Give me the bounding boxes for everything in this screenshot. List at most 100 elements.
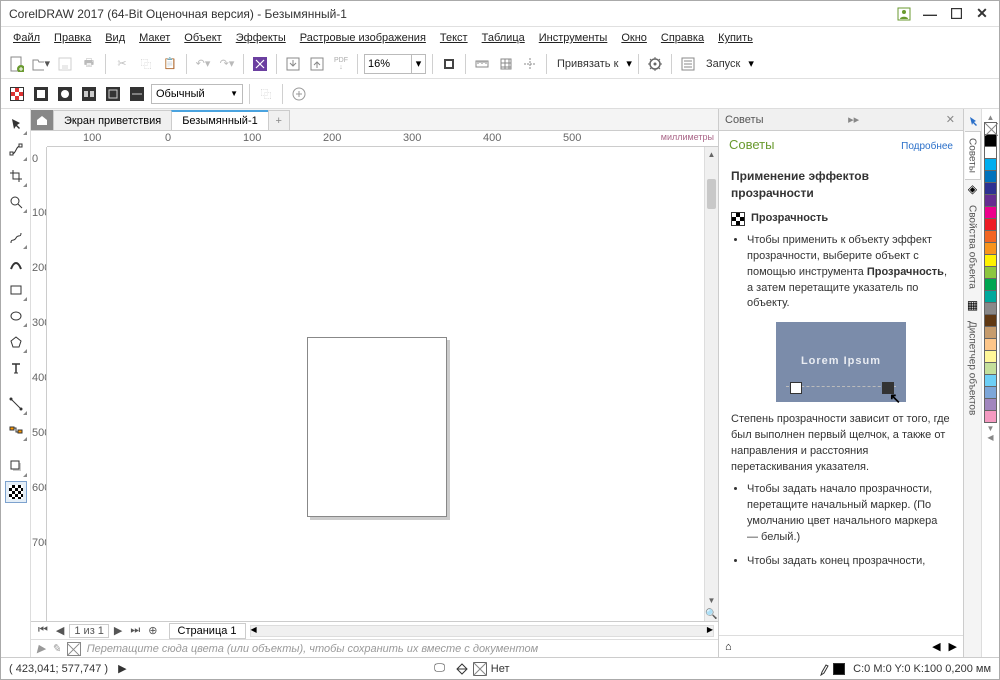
shape-tool[interactable] xyxy=(5,139,27,161)
hints-back-icon[interactable]: ◀ xyxy=(932,640,940,653)
save-button[interactable] xyxy=(55,54,75,74)
grid-button[interactable] xyxy=(496,54,516,74)
text-tool[interactable] xyxy=(5,357,27,379)
menu-bitmaps[interactable]: Растровые изображения xyxy=(294,30,432,46)
guidelines-button[interactable] xyxy=(520,54,540,74)
docker-header[interactable]: Советы ▸▸ ✕ xyxy=(719,109,963,131)
menu-edit[interactable]: Правка xyxy=(48,30,97,46)
zoom-tool[interactable] xyxy=(5,191,27,213)
drop-shadow-tool[interactable] xyxy=(5,455,27,477)
freehand-tool[interactable] xyxy=(5,227,27,249)
palette-down[interactable]: ▼ xyxy=(987,424,995,433)
maximize-button[interactable] xyxy=(943,4,969,24)
ellipse-tool[interactable] xyxy=(5,305,27,327)
document-palette[interactable]: ▶ ✎ Перетащите сюда цвета (или объекты),… xyxy=(31,639,718,657)
docker-close-icon[interactable]: ✕ xyxy=(944,113,957,126)
menu-view[interactable]: Вид xyxy=(99,30,131,46)
prop-icon-6[interactable] xyxy=(127,84,147,104)
menu-tools[interactable]: Инструменты xyxy=(533,30,614,46)
menu-table[interactable]: Таблица xyxy=(476,30,531,46)
dimension-tool[interactable] xyxy=(5,393,27,415)
palette-up[interactable]: ▲ xyxy=(987,113,995,122)
search-button[interactable] xyxy=(250,54,270,74)
docker-tab-arrow[interactable] xyxy=(967,113,979,129)
color-proof-icon[interactable]: 🖵 xyxy=(434,662,445,675)
no-fill-swatch[interactable] xyxy=(984,122,997,135)
prop-icon-1[interactable] xyxy=(7,84,27,104)
prop-icon-4[interactable] xyxy=(79,84,99,104)
undo-button[interactable]: ↶▾ xyxy=(193,54,213,74)
crop-tool[interactable] xyxy=(5,165,27,187)
account-icon[interactable] xyxy=(891,4,917,24)
transparency-mode-combo[interactable]: Обычный▼ xyxy=(151,84,243,104)
sidetab-icon-3[interactable]: ▦ xyxy=(967,298,978,312)
menu-effects[interactable]: Эффекты xyxy=(230,30,292,46)
copy-button[interactable]: ⿻ xyxy=(136,54,156,74)
hints-more-link[interactable]: Подробнее xyxy=(901,141,953,152)
minimize-button[interactable]: — xyxy=(917,4,943,24)
redo-button[interactable]: ↷▾ xyxy=(217,54,237,74)
vertical-scrollbar[interactable]: ▲▼🔍 xyxy=(704,147,718,621)
menu-help[interactable]: Справка xyxy=(655,30,710,46)
open-button[interactable]: ▾ xyxy=(31,54,51,74)
sidetab-icon-2[interactable]: ◈ xyxy=(968,182,977,196)
paste-button[interactable]: 📋 xyxy=(160,54,180,74)
snap-dropdown[interactable]: ▾ xyxy=(626,57,632,70)
print-button[interactable]: 🖶 xyxy=(79,54,99,74)
last-page[interactable]: ⏭ xyxy=(127,624,143,637)
canvas[interactable] xyxy=(47,147,704,621)
rulers-button[interactable] xyxy=(472,54,492,74)
docker-collapse-icon[interactable]: ▸▸ xyxy=(846,113,861,126)
import-button[interactable] xyxy=(283,54,303,74)
export-button[interactable] xyxy=(307,54,327,74)
prop-copy-button[interactable]: ⿻ xyxy=(256,84,276,104)
home-tab[interactable] xyxy=(31,110,53,130)
menu-text[interactable]: Текст xyxy=(434,30,474,46)
color-swatch[interactable] xyxy=(984,410,997,423)
tab-new[interactable]: + xyxy=(268,110,290,130)
first-page[interactable]: ⏮ xyxy=(35,624,51,637)
zoom-combo[interactable]: ▾ xyxy=(364,54,426,74)
options-button[interactable] xyxy=(645,54,665,74)
prop-icon-5[interactable] xyxy=(103,84,123,104)
palette-flyout[interactable]: ◀ xyxy=(987,433,993,442)
palette-expand[interactable]: ▶ xyxy=(37,642,45,655)
cut-button[interactable]: ✂ xyxy=(112,54,132,74)
zoom-input[interactable] xyxy=(364,54,412,74)
prop-icon-2[interactable] xyxy=(31,84,51,104)
artistic-media-tool[interactable] xyxy=(5,253,27,275)
sidetab-hints[interactable]: Советы xyxy=(965,131,981,180)
page-tab[interactable]: Страница 1 xyxy=(169,623,246,639)
sidetab-properties[interactable]: Свойства объекта xyxy=(965,198,981,296)
ruler-horizontal[interactable]: 100 0 100 200 300 400 500 миллиметры xyxy=(47,131,718,147)
launch-dropdown[interactable]: ▾ xyxy=(748,57,754,70)
no-color-swatch[interactable] xyxy=(67,642,81,656)
prev-page[interactable]: ◀ xyxy=(53,624,67,637)
menu-buy[interactable]: Купить xyxy=(712,30,759,46)
menu-window[interactable]: Окно xyxy=(615,30,653,46)
menu-file[interactable]: Файл xyxy=(7,30,46,46)
prop-add-button[interactable] xyxy=(289,84,309,104)
menu-layout[interactable]: Макет xyxy=(133,30,176,46)
publish-pdf-button[interactable]: PDF↓ xyxy=(331,54,351,74)
launch-icon[interactable] xyxy=(678,54,698,74)
snap-label[interactable]: Привязать к xyxy=(553,58,622,70)
add-page[interactable]: ⊕ xyxy=(145,624,160,637)
next-page[interactable]: ▶ xyxy=(111,624,125,637)
eyedropper-icon[interactable]: ✎ xyxy=(51,642,60,655)
sidetab-object-manager[interactable]: Диспетчер объектов xyxy=(965,314,981,422)
polygon-tool[interactable] xyxy=(5,331,27,353)
ruler-vertical[interactable]: 0 100 200 300 400 500 600 700 xyxy=(31,147,47,621)
transparency-tool[interactable] xyxy=(5,481,27,503)
connector-tool[interactable] xyxy=(5,419,27,441)
zoom-dropdown[interactable]: ▾ xyxy=(412,54,426,74)
hints-home-icon[interactable]: ⌂ xyxy=(725,641,732,653)
menu-object[interactable]: Объект xyxy=(178,30,227,46)
horizontal-scrollbar[interactable]: ◀▶ xyxy=(250,625,714,637)
hints-fwd-icon[interactable]: ▶ xyxy=(949,640,957,653)
status-expand[interactable]: ▶ xyxy=(118,662,126,675)
fullscreen-button[interactable] xyxy=(439,54,459,74)
rectangle-tool[interactable] xyxy=(5,279,27,301)
outline-indicator[interactable]: C:0 M:0 Y:0 K:100 0,200 мм xyxy=(817,662,991,676)
tab-welcome[interactable]: Экран приветствия xyxy=(53,110,172,130)
